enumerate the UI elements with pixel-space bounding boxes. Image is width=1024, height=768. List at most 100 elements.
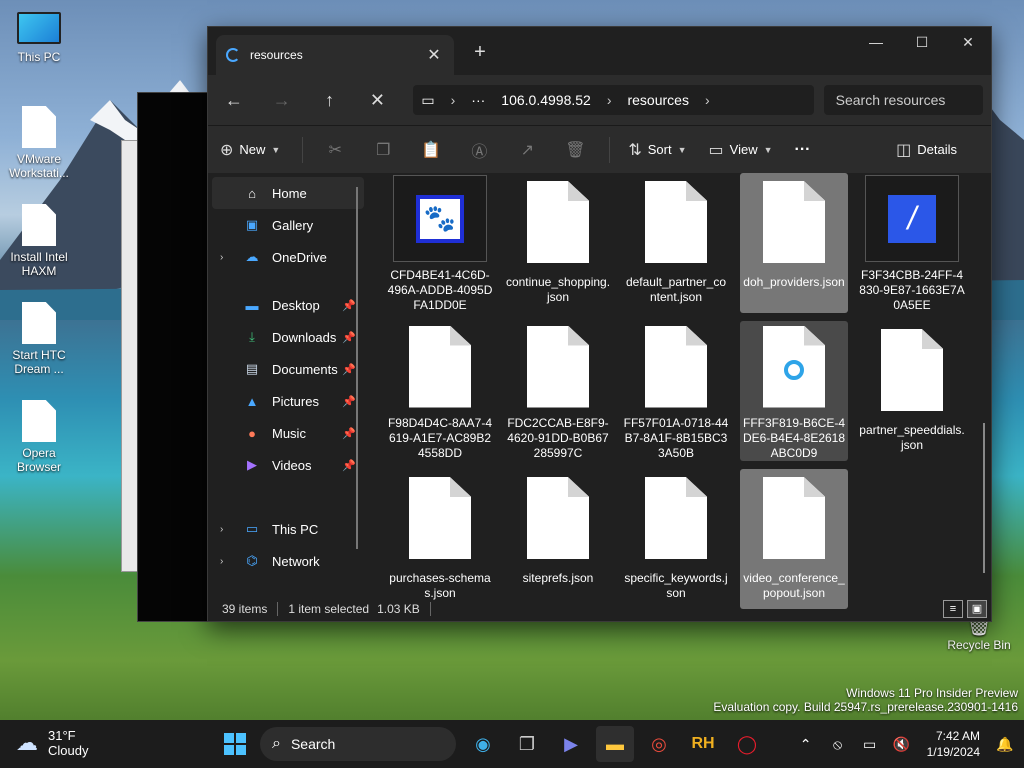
pin-icon[interactable]: 📌 — [342, 459, 356, 472]
network-off-icon[interactable]: ⦸ — [825, 736, 851, 753]
file-item[interactable]: 🐾 CFD4BE41-4C6D-496A-ADDB-4095DFA1DD0E — [386, 173, 494, 313]
title-bar[interactable]: resources ✕ + — ☐ ✕ — [208, 27, 991, 75]
sort-button[interactable]: ⇅ Sort ▼ — [628, 140, 686, 160]
pin-icon[interactable]: 📌 — [342, 395, 356, 408]
file-item[interactable]: FFF3F819-B6CE-4DE6-B4E4-8E2618ABC0D9 — [740, 321, 848, 461]
pin-icon[interactable]: 📌 — [342, 363, 356, 376]
display-icon[interactable]: ▭ — [857, 736, 883, 753]
paste-icon[interactable]: 📋 — [417, 140, 445, 160]
tiles-view-icon[interactable]: ▣ — [967, 600, 987, 618]
selection-count: 1 item selected — [288, 602, 370, 616]
new-tab-button[interactable]: + — [470, 41, 490, 64]
sidebar-item-downloads[interactable]: ⤓ Downloads 📌 — [208, 321, 368, 353]
close-tab-icon[interactable]: ✕ — [424, 45, 444, 65]
sidebar-item-documents[interactable]: ▤ Documents 📌 — [208, 353, 368, 385]
file-item[interactable]: purchases-schemas.json — [386, 469, 494, 609]
up-button[interactable]: ↑ — [312, 82, 348, 118]
chevron-up-icon[interactable]: ⌃ — [793, 736, 819, 753]
view-button[interactable]: ▭ View ▼ — [709, 140, 773, 160]
maximize-button[interactable]: ☐ — [899, 27, 945, 57]
desktop-icon-opera[interactable]: Opera Browser — [2, 400, 76, 474]
desktop-icon-this-pc[interactable]: This PC — [2, 12, 76, 64]
clock[interactable]: 7:42 AM 1/19/2024 — [927, 728, 980, 760]
details-pane-icon: ◫ — [896, 141, 912, 159]
file-item[interactable]: FDC2CCAB-E8F9-4620-91DD-B0B67285997C — [504, 321, 612, 461]
sidebar-item-onedrive[interactable]: › ☁ OneDrive — [208, 241, 368, 273]
pictures-icon: ▲ — [245, 393, 259, 409]
sidebar-item-network[interactable]: › ⌬ Network — [208, 545, 368, 577]
pin-icon[interactable]: 📌 — [342, 299, 356, 312]
teams-chat-icon[interactable]: ▶ — [552, 726, 590, 762]
chevron-right-icon[interactable]: › — [220, 524, 242, 535]
sidebar-item-videos[interactable]: ▶ Videos 📌 — [208, 449, 368, 481]
more-options-button[interactable]: ··· — [795, 141, 811, 159]
share-icon[interactable]: ↗ — [513, 140, 541, 160]
details-button[interactable]: ◫ Details — [896, 140, 957, 160]
rh-app-icon[interactable]: RH — [684, 726, 722, 762]
forward-button[interactable]: → — [264, 82, 300, 118]
details-view-icon[interactable]: ≡ — [943, 600, 963, 618]
file-icon — [763, 181, 825, 263]
close-window-button[interactable]: ✕ — [945, 27, 991, 57]
tab-resources[interactable]: resources ✕ — [216, 35, 454, 75]
file-icon — [409, 325, 471, 408]
sidebar-item-desktop[interactable]: ▬ Desktop 📌 — [208, 289, 368, 321]
start-button[interactable] — [216, 726, 254, 762]
chevron-down-icon: ▼ — [677, 144, 687, 155]
chevron-right-icon[interactable]: › — [220, 556, 242, 567]
stop-loading-button[interactable]: ✕ — [360, 82, 396, 118]
volume-muted-icon[interactable]: 🔇 — [889, 736, 915, 753]
file-item[interactable]: continue_shopping.json — [504, 173, 612, 313]
chevron-right-icon[interactable]: › — [220, 252, 242, 263]
sidebar-item-this-pc[interactable]: › ▭ This PC — [208, 513, 368, 545]
address-bar[interactable]: ▭ › ··· 106.0.4998.52 › resources › — [413, 85, 814, 115]
delete-icon[interactable]: 🗑 — [561, 140, 589, 160]
file-item[interactable]: specific_keywords.json — [622, 469, 730, 609]
desktop-icon-install-haxm[interactable]: Install Intel HAXM — [2, 204, 76, 278]
file-item[interactable]: default_partner_content.json — [622, 173, 730, 313]
monitor-icon — [17, 12, 61, 44]
content-scrollbar[interactable] — [983, 423, 985, 573]
rename-icon[interactable]: Ⓐ — [465, 138, 493, 162]
chrome-icon[interactable]: ◎ — [640, 726, 678, 762]
file-item[interactable]: FF57F01A-0718-44B7-8A1F-8B15BC33A50B — [622, 321, 730, 461]
sidebar-item-home[interactable]: ⌂ Home — [212, 177, 364, 209]
pin-icon[interactable]: 📌 — [342, 427, 356, 440]
breadcrumb-segment[interactable]: 106.0.4998.52 — [501, 92, 591, 108]
sidebar-item-label: This PC — [272, 521, 319, 537]
file-icon — [22, 106, 56, 148]
new-button[interactable]: ⊕ New ▼ — [220, 140, 280, 160]
file-item[interactable]: video_conference_popout.json — [740, 469, 848, 609]
sidebar-item-label: OneDrive — [272, 249, 327, 265]
desktop-icon-vmware[interactable]: VMware Workstati... — [2, 106, 76, 180]
chevron-right-icon: › — [606, 92, 612, 108]
sidebar-item-gallery[interactable]: ▣ Gallery — [208, 209, 368, 241]
file-item[interactable]: / F3F34CBB-24FF-4830-9E87-1663E7A0A5EE — [858, 173, 966, 313]
sidebar-item-pictures[interactable]: ▲ Pictures 📌 — [208, 385, 368, 417]
back-button[interactable]: ← — [216, 82, 252, 118]
copy-icon[interactable]: ❐ — [369, 140, 397, 160]
task-view-icon[interactable]: ❐ — [508, 726, 546, 762]
loading-spinner-icon — [226, 48, 240, 62]
cut-icon[interactable]: ✂ — [321, 140, 349, 160]
file-explorer-icon[interactable]: ▬ — [596, 726, 634, 762]
file-item[interactable]: doh_providers.json — [740, 173, 848, 313]
tab-title: resources — [250, 48, 303, 62]
search-input[interactable]: Search resources — [823, 85, 984, 115]
address-overflow[interactable]: ··· — [471, 92, 485, 108]
file-item[interactable]: F98D4D4C-8AA7-4619-A1E7-AC89B24558DD — [386, 321, 494, 461]
minimize-button[interactable]: — — [853, 27, 899, 57]
opera-icon[interactable]: ◯ — [728, 726, 766, 762]
desktop-icon-htc-dream[interactable]: Start HTC Dream ... — [2, 302, 76, 376]
file-item[interactable]: siteprefs.json — [504, 469, 612, 609]
weather-widget[interactable]: ☁ 31°F Cloudy — [16, 728, 88, 758]
file-icon — [645, 181, 707, 263]
taskbar-search[interactable]: ⌕ Search — [260, 727, 456, 761]
breadcrumb-segment[interactable]: resources — [627, 92, 688, 108]
sidebar-item-music[interactable]: ● Music 📌 — [208, 417, 368, 449]
notification-bell-icon[interactable]: 🔔 — [992, 736, 1018, 753]
edge-pre-icon[interactable]: ◉ — [464, 726, 502, 762]
file-item[interactable]: partner_speeddials.json — [858, 321, 966, 461]
sidebar-scrollbar[interactable] — [356, 187, 358, 549]
pin-icon[interactable]: 📌 — [342, 331, 356, 344]
